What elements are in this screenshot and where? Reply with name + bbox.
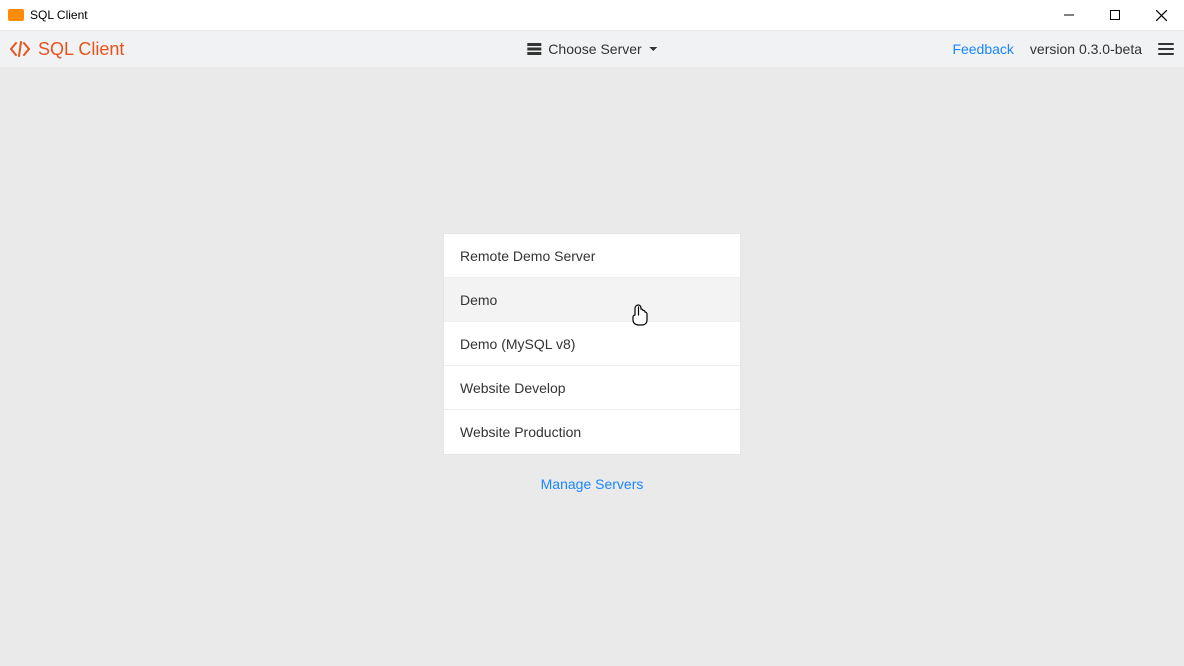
manage-servers-link[interactable]: Manage Servers — [443, 476, 741, 492]
feedback-link[interactable]: Feedback — [952, 41, 1013, 57]
server-item[interactable]: Demo — [444, 278, 740, 322]
app-header: SQL Client Choose Server Feedback versio… — [0, 30, 1184, 68]
server-item-label: Website Develop — [460, 380, 566, 396]
close-button[interactable] — [1138, 0, 1184, 30]
window-title-bar: SQL Client — [0, 0, 1184, 30]
window-controls — [1046, 0, 1184, 30]
server-item[interactable]: Website Develop — [444, 366, 740, 410]
choose-server-label: Choose Server — [548, 41, 641, 57]
minimize-button[interactable] — [1046, 0, 1092, 30]
app-title: SQL Client — [30, 8, 88, 22]
brand-name: SQL Client — [38, 39, 124, 60]
brand: SQL Client — [10, 39, 124, 60]
version-text: version 0.3.0-beta — [1030, 41, 1142, 57]
chevron-down-icon — [650, 47, 658, 51]
main-area: Remote Demo Server Demo Demo (MySQL v8) … — [0, 68, 1184, 666]
server-item[interactable]: Remote Demo Server — [444, 234, 740, 278]
choose-server-dropdown[interactable]: Choose Server — [526, 41, 657, 57]
server-item[interactable]: Website Production — [444, 410, 740, 454]
header-right: Feedback version 0.3.0-beta — [952, 41, 1174, 57]
app-icon — [8, 9, 24, 21]
database-icon — [526, 42, 542, 56]
server-item[interactable]: Demo (MySQL v8) — [444, 322, 740, 366]
menu-button[interactable] — [1158, 43, 1174, 55]
maximize-button[interactable] — [1092, 0, 1138, 30]
code-icon — [10, 41, 30, 57]
manage-servers-label: Manage Servers — [541, 476, 644, 492]
server-item-label: Demo (MySQL v8) — [460, 336, 575, 352]
server-list: Remote Demo Server Demo Demo (MySQL v8) … — [443, 233, 741, 455]
server-item-label: Demo — [460, 292, 497, 308]
title-bar-left: SQL Client — [8, 8, 88, 22]
server-item-label: Remote Demo Server — [460, 248, 595, 264]
server-item-label: Website Production — [460, 424, 581, 440]
